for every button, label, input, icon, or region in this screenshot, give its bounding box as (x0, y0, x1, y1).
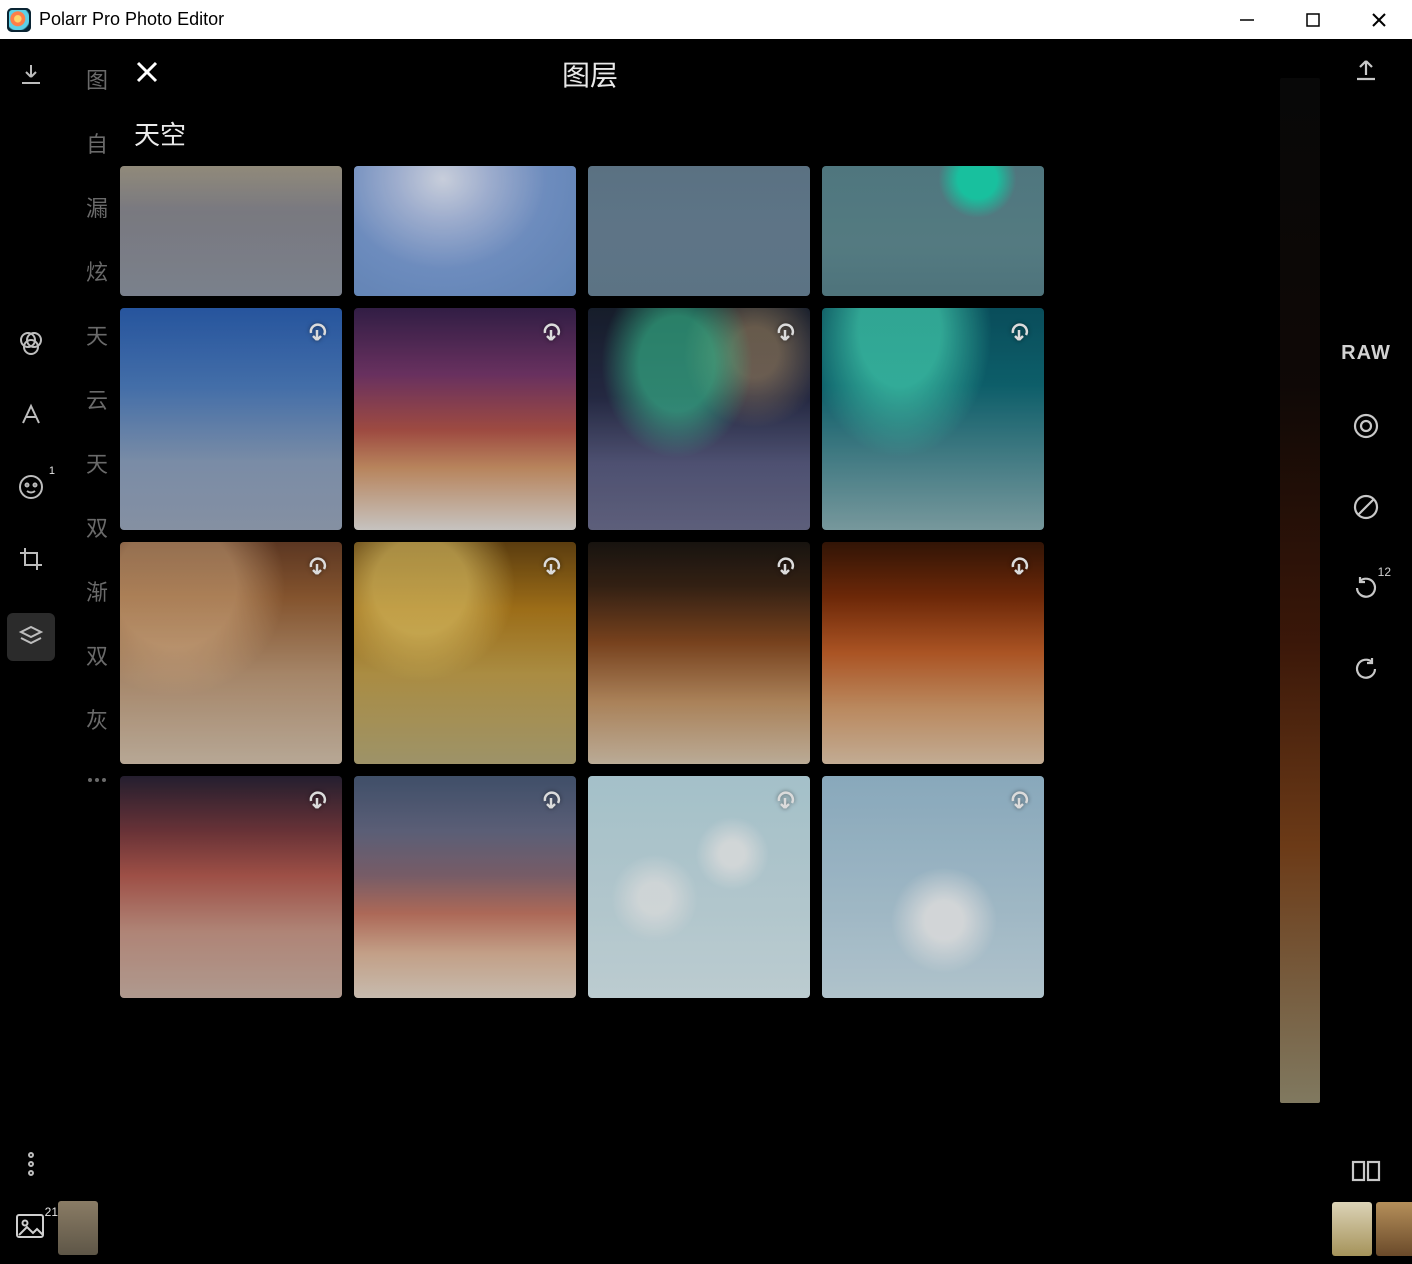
undo-icon[interactable] (1351, 654, 1381, 689)
download-icon[interactable] (1006, 788, 1032, 819)
window-title: Polarr Pro Photo Editor (39, 9, 224, 30)
target-icon[interactable] (1351, 411, 1381, 446)
download-icon[interactable] (538, 788, 564, 819)
image-count: 21 (45, 1205, 58, 1219)
sky-tile[interactable] (822, 166, 1044, 296)
sky-tile-grid (120, 166, 1060, 998)
sky-tile[interactable] (588, 166, 810, 296)
window-close-button[interactable] (1346, 0, 1412, 39)
text-icon[interactable] (13, 397, 49, 433)
sky-tile[interactable] (120, 542, 342, 764)
overlay-section-title: 天空 (120, 109, 1060, 166)
sky-tile[interactable] (354, 776, 576, 998)
overlay-close-button[interactable] (134, 59, 160, 90)
sky-tile[interactable] (822, 776, 1044, 998)
category-item[interactable]: 双 (86, 511, 108, 543)
face-icon[interactable]: 1 (13, 469, 49, 505)
layers-icon[interactable] (7, 613, 55, 661)
history-count: 12 (1378, 565, 1391, 579)
category-item[interactable]: 双 (86, 639, 108, 671)
download-icon[interactable] (772, 554, 798, 585)
category-item[interactable]: 炫 (86, 255, 108, 287)
sky-tile[interactable] (588, 776, 810, 998)
app-icon (7, 8, 31, 32)
history-icon[interactable]: 12 (1351, 573, 1381, 608)
more-icon[interactable] (13, 1146, 49, 1182)
left-tool-rail: 1 (0, 39, 62, 1264)
sky-tile[interactable] (822, 308, 1044, 530)
download-icon[interactable] (304, 554, 330, 585)
category-item[interactable]: 灰 (86, 703, 108, 735)
raw-label[interactable]: RAW (1341, 342, 1391, 365)
crop-icon[interactable] (13, 541, 49, 577)
category-item[interactable]: 云 (86, 383, 108, 415)
import-icon[interactable] (13, 57, 49, 93)
window-minimize-button[interactable] (1214, 0, 1280, 39)
download-icon[interactable] (304, 320, 330, 351)
thumbnail[interactable] (1376, 1202, 1412, 1256)
thumbnail[interactable] (58, 1201, 98, 1255)
sky-tile[interactable] (588, 542, 810, 764)
sky-tile[interactable] (588, 308, 810, 530)
image-library-icon[interactable]: 21 (14, 1211, 48, 1245)
layers-overlay-panel: 图层 天空 (120, 39, 1060, 1264)
download-icon[interactable] (772, 788, 798, 819)
download-icon[interactable] (772, 320, 798, 351)
download-icon[interactable] (538, 554, 564, 585)
sky-tile[interactable] (120, 166, 342, 296)
sky-tile[interactable] (822, 542, 1044, 764)
sky-tile[interactable] (354, 308, 576, 530)
category-column: 图 自 漏 炫 天 云 天 双 渐 双 灰 (72, 39, 122, 1264)
filters-icon[interactable] (13, 325, 49, 361)
right-tool-rail: RAW 12 (1320, 39, 1412, 1264)
category-item[interactable]: 图 (86, 63, 108, 95)
disabled-icon[interactable] (1351, 492, 1381, 527)
category-item[interactable]: 自 (86, 127, 108, 159)
sky-tile[interactable] (354, 542, 576, 764)
category-item[interactable]: 天 (86, 447, 108, 479)
download-icon[interactable] (1006, 554, 1032, 585)
download-icon[interactable] (1006, 320, 1032, 351)
compare-icon[interactable] (1350, 1157, 1382, 1190)
download-icon[interactable] (538, 320, 564, 351)
window-maximize-button[interactable] (1280, 0, 1346, 39)
overlay-title: 图层 (562, 54, 618, 94)
canvas-preview-edge (1280, 78, 1320, 1103)
category-more-icon[interactable] (84, 767, 110, 793)
sky-tile[interactable] (120, 308, 342, 530)
sky-tile[interactable] (120, 776, 342, 998)
window-titlebar: Polarr Pro Photo Editor (0, 0, 1412, 39)
category-item[interactable]: 渐 (86, 575, 108, 607)
category-item[interactable]: 天 (86, 319, 108, 351)
category-item[interactable]: 漏 (86, 191, 108, 223)
download-icon[interactable] (304, 788, 330, 819)
face-badge: 1 (49, 465, 55, 477)
thumbnail[interactable] (1332, 1202, 1372, 1256)
sky-tile[interactable] (354, 166, 576, 296)
bottom-thumbnail-strip: 21 (0, 1192, 1412, 1264)
export-icon[interactable] (1351, 55, 1381, 90)
